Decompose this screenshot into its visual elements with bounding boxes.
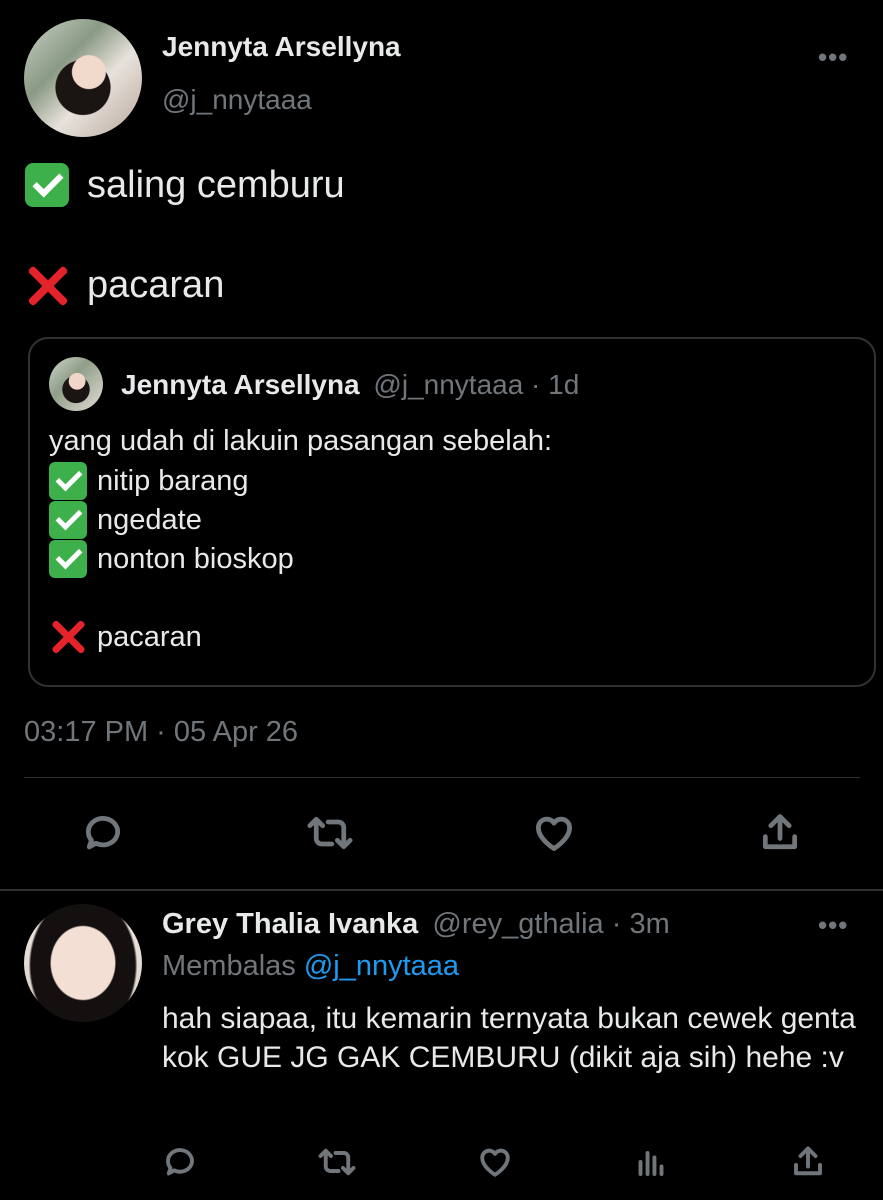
share-button[interactable] xyxy=(788,1142,828,1182)
analytics-icon xyxy=(638,1151,664,1176)
quoted-avatar xyxy=(49,357,103,411)
quoted-author-name: Jennyta Arsellyna xyxy=(121,369,360,400)
author-meta[interactable]: @rey_gthalia · 3m xyxy=(432,908,669,940)
check-mark-icon xyxy=(25,163,69,207)
like-button[interactable] xyxy=(529,810,579,856)
reply-icon xyxy=(166,1148,194,1176)
tweet-text: pacaran xyxy=(87,263,225,306)
timestamp[interactable]: 03:17 PM · 05 Apr 26 xyxy=(24,716,298,749)
author-name[interactable]: Jennyta Arsellyna xyxy=(162,31,401,63)
reply-button[interactable] xyxy=(78,810,128,856)
more-options-button[interactable]: ••• xyxy=(818,910,848,941)
avatar[interactable] xyxy=(24,904,142,1022)
reply-text: hah siapaa, itu kemarin ternyata bukan c… xyxy=(162,1002,856,1074)
author-handle[interactable]: @j_nnytaaa xyxy=(162,84,312,116)
like-icon xyxy=(536,816,572,851)
replying-to: Membalas @j_nnytaaa xyxy=(162,950,459,983)
replying-to-link[interactable]: @j_nnytaaa xyxy=(304,950,459,982)
tweet-text: saling cemburu xyxy=(87,163,345,206)
quoted-intro: yang udah di lakuin pasangan sebelah: xyxy=(49,425,553,457)
reply-button[interactable] xyxy=(160,1142,200,1182)
quoted-item-text: nonton bioskop xyxy=(97,542,294,575)
quoted-header: Jennyta Arsellyna @j_nnytaaa · 1d xyxy=(121,369,579,401)
analytics-button[interactable] xyxy=(631,1142,671,1182)
quoted-item: pacaran xyxy=(49,617,202,657)
like-icon xyxy=(480,1148,510,1177)
check-mark-icon xyxy=(49,540,87,578)
quoted-item: ngedate xyxy=(49,500,202,540)
quoted-meta: @j_nnytaaa · 1d xyxy=(373,369,580,400)
cross-mark-icon xyxy=(25,263,69,307)
reply-header: Grey Thalia Ivanka @rey_gthalia · 3m xyxy=(162,908,670,941)
retweet-icon xyxy=(318,1148,356,1176)
quoted-item: nonton bioskop xyxy=(49,539,294,579)
retweet-icon xyxy=(307,816,353,850)
reply-icon xyxy=(85,816,120,850)
more-options-button[interactable]: ••• xyxy=(818,42,848,73)
replying-label: Membalas xyxy=(162,950,296,982)
author-name[interactable]: Grey Thalia Ivanka xyxy=(162,908,418,940)
check-mark-icon xyxy=(49,501,87,539)
quoted-item-text: nitip barang xyxy=(97,464,249,497)
avatar[interactable] xyxy=(24,19,142,137)
divider xyxy=(0,889,883,891)
retweet-button[interactable] xyxy=(316,1142,358,1182)
share-icon xyxy=(794,1146,822,1176)
like-button[interactable] xyxy=(475,1142,515,1182)
check-mark-icon xyxy=(49,462,87,500)
share-button[interactable] xyxy=(755,810,805,856)
cross-mark-icon xyxy=(49,618,87,656)
tweet-line-1: saling cemburu xyxy=(25,163,345,207)
quoted-item: nitip barang xyxy=(49,461,249,501)
divider xyxy=(24,777,860,778)
retweet-button[interactable] xyxy=(303,810,357,856)
tweet-line-2: pacaran xyxy=(25,263,224,307)
share-icon xyxy=(762,814,798,850)
quoted-item-text: ngedate xyxy=(97,503,202,536)
quoted-item-text: pacaran xyxy=(97,620,202,653)
